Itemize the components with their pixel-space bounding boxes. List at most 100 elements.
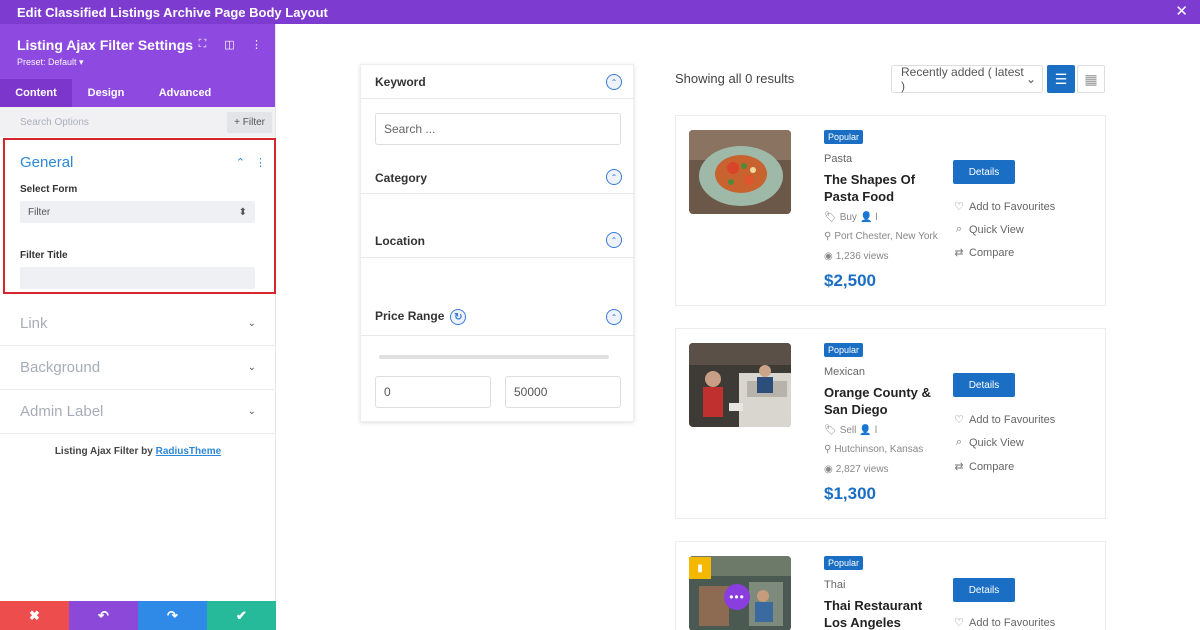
zoom-icon: ⌕ (955, 436, 963, 448)
heart-icon: ♡ (954, 414, 964, 426)
listing-location-row: ⚲ Hutchinson, Kansas (824, 444, 923, 455)
details-button[interactable]: Details (953, 578, 1015, 602)
price-range-slider[interactable] (379, 355, 609, 359)
grid-view-icon: ▦ (1084, 70, 1098, 87)
add-to-favourites[interactable]: ♡ Add to Favourites (953, 616, 1055, 630)
sort-value: Recently added ( latest ) (901, 65, 1024, 93)
listing-title[interactable]: Thai Restaurant Los Angeles (824, 597, 944, 630)
discard-button[interactable]: ✖ (0, 601, 69, 630)
filter-title-input[interactable] (20, 267, 255, 289)
collapse-icon[interactable]: ⌃ (606, 74, 622, 90)
top-bar: Edit Classified Listings Archive Page Bo… (0, 0, 1200, 24)
section-menu-icon[interactable]: ⋮ (255, 156, 266, 169)
price-max-input[interactable] (505, 376, 621, 408)
grid-view-button[interactable]: ▦ (1077, 65, 1105, 93)
check-icon: ✔ (236, 607, 247, 623)
listing-location[interactable]: Port Chester, New York (834, 231, 937, 242)
listing-image-mexican[interactable] (689, 343, 791, 427)
tab-advanced[interactable]: Advanced (140, 79, 230, 107)
zoom-icon: ⌕ (955, 223, 963, 235)
price-section-header: Price Range ↻ ⌃ (361, 301, 635, 336)
more-options-icon[interactable]: ⋮ (250, 38, 263, 51)
more-options-fab[interactable]: ••• (724, 584, 750, 610)
listing-image-pasta[interactable] (689, 130, 791, 214)
accordion-admin-label[interactable]: Admin Label ⌄ (0, 390, 276, 434)
category-section-header: Category ⌃ (361, 161, 635, 194)
listing-category[interactable]: Pasta (824, 153, 852, 165)
popular-badge: Popular (824, 343, 864, 357)
accordion-label: Link (20, 315, 48, 332)
sort-dropdown[interactable]: Recently added ( latest ) ⌄ (891, 65, 1043, 93)
close-icon[interactable]: ✕ (1175, 4, 1188, 20)
preset-dropdown[interactable]: Preset: Default ▾ (17, 57, 275, 68)
listing-location-row: ⚲ Port Chester, New York (824, 231, 938, 242)
tag-icon: 🏷 (824, 212, 837, 223)
sidebar-toggle-icon[interactable]: ◫ (223, 38, 236, 51)
quick-view[interactable]: ⌕ Quick View (953, 436, 1024, 449)
quick-view-label: Quick View (969, 223, 1024, 236)
reset-icon[interactable]: ↻ (450, 309, 467, 325)
compare-icon: ⇄ (954, 461, 964, 473)
eye-icon: ◉ (824, 251, 833, 262)
chevron-down-icon: ⌄ (247, 362, 256, 373)
collapse-icon[interactable]: ⌃ (606, 309, 622, 325)
panel-header: Listing Ajax Filter Settings Preset: Def… (0, 24, 275, 79)
redo-icon: ↷ (167, 607, 178, 623)
expand-icon[interactable]: ⛶ (196, 38, 209, 51)
chevron-down-icon: ⌄ (1025, 72, 1036, 86)
quick-view[interactable]: ⌕ Quick View (953, 223, 1024, 236)
listing-user[interactable]: l (875, 425, 877, 436)
details-button[interactable]: Details (953, 160, 1015, 184)
general-section: General ⌃ ⋮ Select Form Filter ⬍ Filter … (3, 138, 276, 294)
accordion-background[interactable]: Background ⌄ (0, 346, 276, 390)
featured-bookmark-icon: ▮ (689, 557, 711, 579)
add-to-favourites[interactable]: ♡ Add to Favourites (953, 413, 1055, 427)
compare[interactable]: ⇄ Compare (953, 460, 1015, 474)
price-min-input[interactable] (375, 376, 491, 408)
location-section-header: Location ⌃ (361, 225, 635, 258)
select-form-dropdown[interactable]: Filter ⬍ (20, 201, 255, 223)
listing-category[interactable]: Mexican (824, 366, 865, 378)
listing-category[interactable]: Thai (824, 579, 845, 591)
listing-title[interactable]: The Shapes Of Pasta Food (824, 171, 944, 205)
filter-button[interactable]: + Filter (227, 111, 272, 133)
close-icon: ✖ (29, 607, 40, 623)
listing-card: Popular Pasta The Shapes Of Pasta Food 🏷… (675, 115, 1106, 306)
listing-type: Sell (839, 425, 857, 436)
listing-views: 1,236 views (835, 251, 889, 262)
keyword-search-input[interactable] (375, 113, 621, 145)
collapse-icon[interactable]: ⌃ (606, 169, 622, 185)
list-view-button[interactable]: ☰ (1047, 65, 1075, 93)
listing-user[interactable]: l (875, 212, 877, 223)
location-pin-icon: ⚲ (824, 444, 832, 455)
undo-button[interactable]: ↶ (69, 601, 138, 630)
listing-type: Buy (839, 212, 857, 223)
listing-card: Popular Mexican Orange County & San Dieg… (675, 328, 1106, 519)
compare[interactable]: ⇄ Compare (953, 246, 1014, 260)
heart-icon: ♡ (954, 617, 964, 629)
chevron-up-icon[interactable]: ⌃ (236, 156, 245, 169)
price-range-label: Price Range (375, 309, 445, 324)
tab-content[interactable]: Content (0, 79, 72, 107)
listing-title[interactable]: Orange County & San Diego (824, 384, 944, 418)
compare-label: Compare (969, 460, 1015, 473)
layout-title: Edit Classified Listings Archive Page Bo… (17, 4, 328, 20)
redo-button[interactable]: ↷ (138, 601, 207, 630)
general-controls: ⌃ ⋮ (236, 156, 266, 169)
add-to-favourites[interactable]: ♡ Add to Favourites (953, 200, 1055, 214)
filter-title-label: Filter Title (20, 250, 68, 261)
tab-design[interactable]: Design (72, 79, 140, 107)
user-icon: 👤 (859, 425, 872, 436)
listing-price: $2,500 (824, 271, 876, 290)
listing-location[interactable]: Hutchinson, Kansas (834, 444, 923, 455)
radiustheme-link[interactable]: RadiusTheme (156, 446, 222, 457)
eye-icon: ◉ (824, 464, 833, 475)
location-pin-icon: ⚲ (824, 231, 832, 242)
collapse-icon[interactable]: ⌃ (606, 232, 622, 248)
search-options-input[interactable]: Search Options (20, 117, 89, 128)
details-button[interactable]: Details (953, 373, 1015, 397)
select-form-value: Filter (28, 206, 51, 218)
save-button[interactable]: ✔ (207, 601, 276, 630)
list-view-icon: ☰ (1054, 70, 1068, 87)
accordion-link[interactable]: Link ⌄ (0, 302, 276, 346)
